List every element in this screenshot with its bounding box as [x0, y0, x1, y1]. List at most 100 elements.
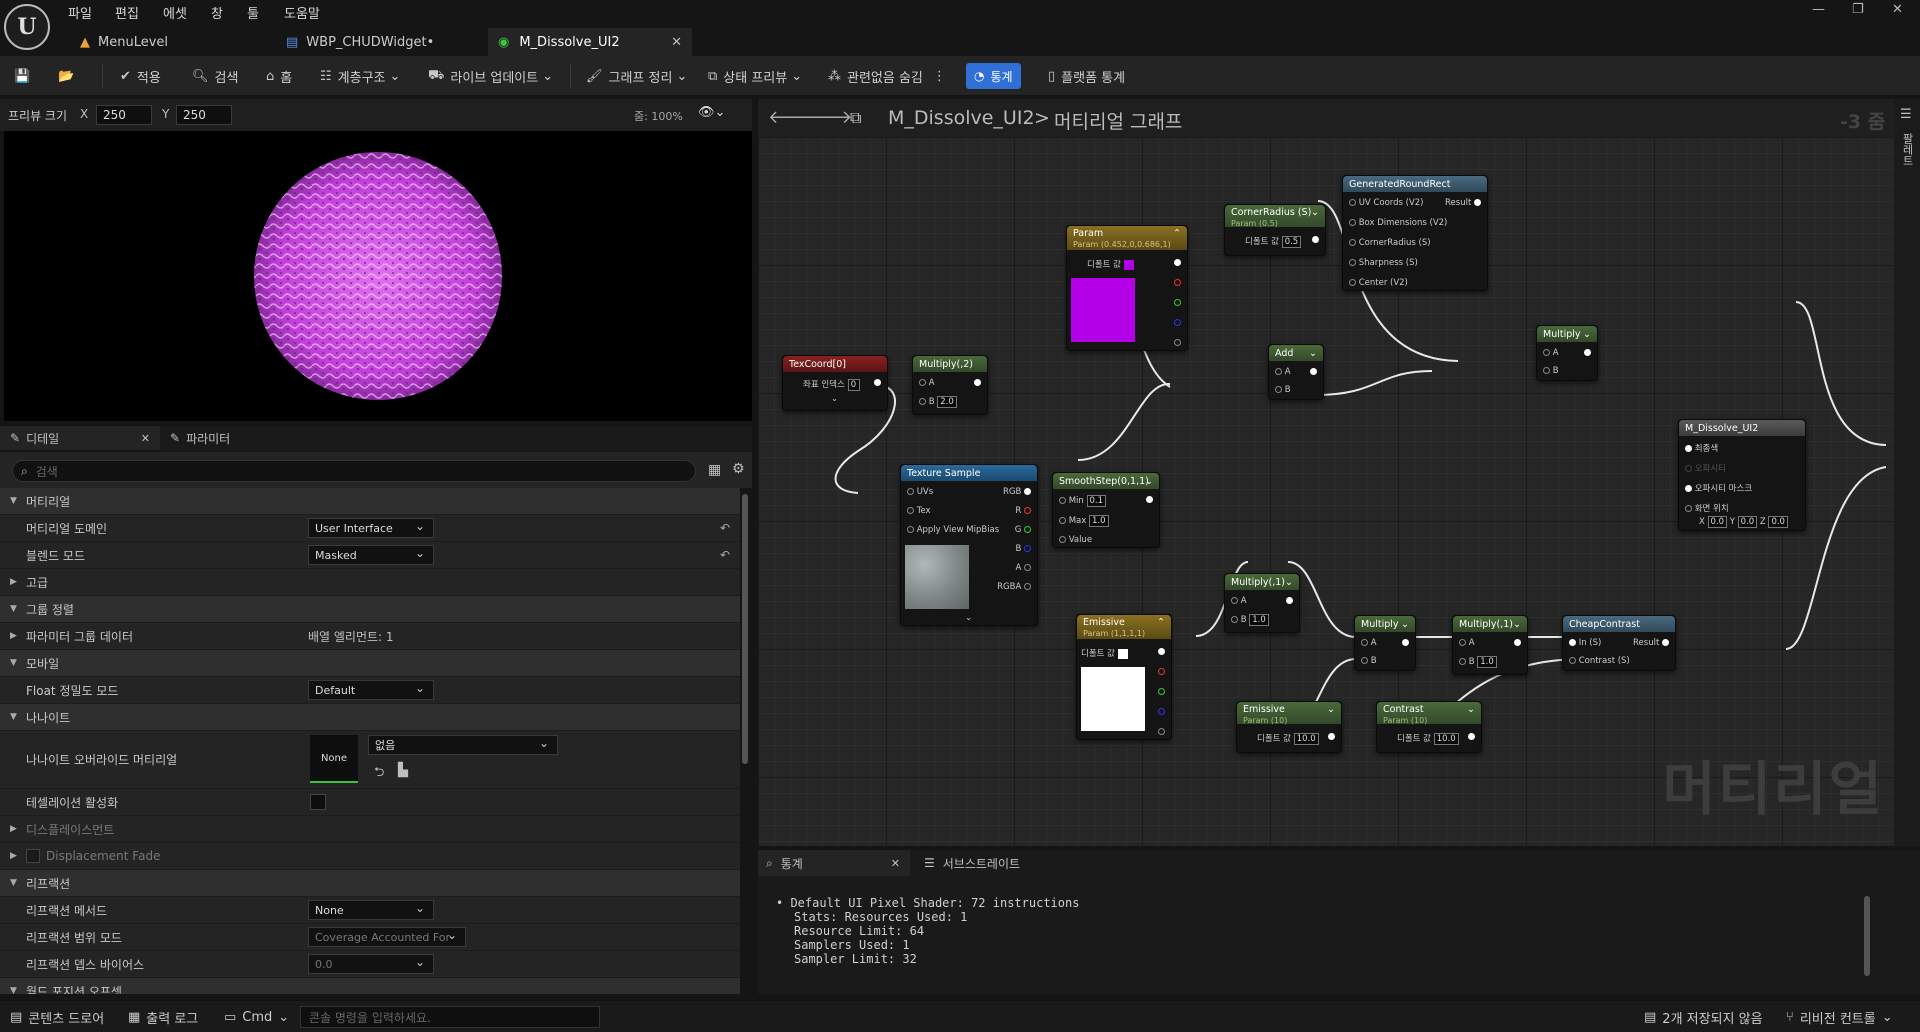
- tessellation-checkbox[interactable]: [310, 794, 326, 810]
- tab-details[interactable]: ✎ 디테일 ✕: [0, 426, 160, 450]
- menu-file[interactable]: 파일: [68, 3, 92, 22]
- node-multiply-2[interactable]: Multiply(,2) A B 2.0: [912, 355, 988, 415]
- output-pin[interactable]: [1584, 348, 1591, 358]
- section-world-position[interactable]: ▼ 월드 포지션 오프셋: [0, 978, 740, 994]
- section-nanite[interactable]: ▼ 나나이트: [0, 704, 740, 731]
- menu-help[interactable]: 도움말: [284, 3, 320, 22]
- output-pin[interactable]: [974, 378, 981, 388]
- node-emissive-color[interactable]: Emissive Param (1,1,1,1) ⌃ 디폴트 값: [1076, 614, 1172, 740]
- node-multiply-top[interactable]: Multiply ⌄ A B: [1536, 325, 1598, 381]
- output-pin[interactable]: [1514, 638, 1521, 648]
- list-icon[interactable]: ☰: [1900, 107, 1912, 122]
- material-domain-dropdown[interactable]: User Interface: [308, 518, 434, 538]
- node-texcoord[interactable]: TexCoord[0] 좌표 인덱스 0 ⌄: [782, 355, 888, 411]
- refraction-coverage-dropdown[interactable]: Coverage Accounted For: [308, 927, 466, 947]
- output-pin[interactable]: [1402, 638, 1409, 648]
- close-window-icon[interactable]: ✕: [1892, 2, 1903, 17]
- row-param-group-data[interactable]: ▶ 파라미터 그룹 데이터 배열 엘리먼트: 1: [0, 623, 740, 650]
- tab-m-dissolve-ui2[interactable]: ◉ M_Dissolve_UI2 ✕: [488, 28, 692, 56]
- settings-gear-icon[interactable]: ⚙: [732, 461, 745, 477]
- table-view-icon[interactable]: ▦: [708, 462, 721, 478]
- node-multiply-1-upper[interactable]: Multiply(,1) ⌄ A B 1.0: [1224, 573, 1300, 633]
- search-button[interactable]: 🔍︎ 검색: [192, 56, 238, 96]
- close-icon[interactable]: ✕: [141, 432, 150, 445]
- row-displacement[interactable]: ▶ 디스플레이스먼트: [0, 816, 740, 843]
- node-texture-sample[interactable]: Texture Sample UVs Tex Apply View MipBia…: [900, 464, 1038, 626]
- output-pin[interactable]: [874, 378, 881, 388]
- node-corner-radius[interactable]: CornerRadius (S) Param (0.5) ⌄ 디폴트 값 0.5: [1224, 204, 1326, 256]
- forward-arrow-icon[interactable]: 🡒: [804, 107, 852, 128]
- close-icon[interactable]: ✕: [891, 857, 900, 870]
- minimize-icon[interactable]: —: [1812, 2, 1825, 17]
- output-log-button[interactable]: ▦ 출력 로그: [128, 1001, 198, 1032]
- browse-asset-icon[interactable]: ▙: [398, 763, 408, 778]
- node-smoothstep[interactable]: SmoothStep(0,1,1) ⌄ Min 0.1 Max 1.0 Value: [1052, 472, 1160, 548]
- output-pin[interactable]: [1328, 732, 1335, 742]
- use-selected-icon[interactable]: ⮌: [374, 763, 384, 785]
- preview-y-input[interactable]: 250: [176, 105, 232, 125]
- section-group-sort[interactable]: ▼ 그룹 정렬: [0, 596, 740, 623]
- stats-button[interactable]: ◔ 통계: [966, 63, 1021, 89]
- node-param-color[interactable]: Param Param (0.452,0,0.686,1) ⌃ 디폴트 값: [1066, 225, 1188, 351]
- node-add[interactable]: Add ⌄ A B: [1268, 344, 1324, 400]
- output-pin[interactable]: [1174, 258, 1181, 268]
- node-multiply-1-right[interactable]: Multiply(,1) ⌄ A B 1.0: [1452, 615, 1528, 675]
- eye-icon[interactable]: 👁︎⌄: [698, 105, 725, 120]
- close-icon[interactable]: ✕: [671, 35, 682, 50]
- expand-icon[interactable]: ⌄: [831, 394, 838, 404]
- palette-side-tab[interactable]: ☰ 팔레트: [1894, 99, 1920, 846]
- home-button[interactable]: ⌂ 홈: [266, 56, 292, 96]
- refraction-depth-input[interactable]: 0.0: [308, 954, 434, 974]
- output-pin[interactable]: [1312, 235, 1319, 245]
- apply-button[interactable]: ✔ 적용: [120, 56, 161, 96]
- state-preview-button[interactable]: ⧉ 상태 프리뷰 ⌄: [708, 56, 802, 96]
- section-mobile[interactable]: ▼ 모바일: [0, 650, 740, 677]
- cmd-dropdown[interactable]: ▭ Cmd ⌄: [224, 1001, 289, 1032]
- nanite-thumbnail[interactable]: None: [310, 735, 358, 783]
- node-material-output[interactable]: M_Dissolve_UI2 최종색 오파시티 오파시티 마스크 화면 위치 X…: [1678, 419, 1806, 531]
- node-emissive-scalar[interactable]: Emissive Param (10) ⌄ 디폴트 값 10.0: [1236, 701, 1342, 753]
- reset-icon[interactable]: ↶: [720, 548, 730, 562]
- menu-edit[interactable]: 편집: [115, 3, 139, 22]
- row-displacement-fade[interactable]: ▶ Displacement Fade: [0, 843, 740, 870]
- menu-window[interactable]: 창: [211, 3, 223, 22]
- tab-substrate[interactable]: ☰ 서브스트레이트: [924, 850, 1020, 876]
- browse-icon[interactable]: 📂: [58, 56, 80, 96]
- row-advanced[interactable]: ▶ 고급: [0, 569, 740, 596]
- float-precision-dropdown[interactable]: Default: [308, 680, 434, 700]
- node-contrast-scalar[interactable]: Contrast Param (10) ⌄ 디폴트 값 10.0: [1376, 701, 1482, 753]
- tab-wbp-chudwidget[interactable]: ▤ WBP_CHUDWidget•: [276, 28, 486, 56]
- unreal-logo-icon[interactable]: U: [4, 4, 50, 50]
- live-update-button[interactable]: ⛟ 라이브 업데이트 ⌄: [428, 56, 553, 96]
- collapse-icon[interactable]: ⌃: [1173, 228, 1181, 239]
- breadcrumb-graph[interactable]: 머티리얼 그래프: [1054, 107, 1182, 134]
- node-generated-round-rect[interactable]: GeneratedRoundRect UV Coords (V2) Result…: [1342, 175, 1488, 291]
- tab-menulevel[interactable]: ▲ MenuLevel: [70, 28, 274, 56]
- hierarchy-button[interactable]: ☷ 계층구조 ⌄: [320, 56, 400, 96]
- breadcrumb-asset[interactable]: M_Dissolve_UI2: [888, 107, 1035, 129]
- clean-graph-button[interactable]: 🖌︎ 그래프 정리 ⌄: [586, 56, 687, 96]
- node-cheap-contrast[interactable]: CheapContrast In (S) Result Contrast (S): [1562, 615, 1676, 671]
- content-drawer-button[interactable]: ▤ 콘텐츠 드로어: [10, 1001, 104, 1032]
- displacement-fade-checkbox[interactable]: [26, 849, 40, 863]
- menu-tools[interactable]: 툴: [247, 3, 259, 22]
- material-graph-canvas[interactable]: TexCoord[0] 좌표 인덱스 0 ⌄ Multiply(,2) A B …: [758, 137, 1910, 846]
- preview-viewport[interactable]: [4, 131, 752, 421]
- refraction-method-dropdown[interactable]: None: [308, 900, 434, 920]
- reset-icon[interactable]: ↶: [720, 521, 730, 535]
- output-pin[interactable]: [1310, 367, 1317, 377]
- unsaved-button[interactable]: ▤ 2개 저장되지 않음: [1644, 1001, 1763, 1032]
- details-search-input[interactable]: ⌕ 검색: [12, 460, 696, 482]
- node-multiply-mid[interactable]: Multiply ⌄ A B: [1354, 615, 1416, 671]
- menu-asset[interactable]: 에셋: [163, 3, 187, 22]
- tab-stats[interactable]: ⌕ 통계 ✕: [758, 850, 910, 876]
- hide-unrelated-button[interactable]: ⁂ 관련없음 숨김 ⋮: [828, 56, 946, 96]
- tab-params[interactable]: ✎ 파라미터: [170, 426, 230, 450]
- stats-scrollbar[interactable]: [1864, 896, 1870, 976]
- console-input[interactable]: 콘솔 명령을 입력하세요.: [300, 1006, 600, 1028]
- restore-icon[interactable]: ❐: [1852, 2, 1864, 17]
- output-pin[interactable]: [1158, 647, 1165, 657]
- platform-stats-button[interactable]: ▯ 플랫폼 통계: [1048, 56, 1125, 96]
- section-refraction[interactable]: ▼ 리프랙션: [0, 870, 740, 897]
- section-material[interactable]: ▼ 머티리얼: [0, 488, 740, 515]
